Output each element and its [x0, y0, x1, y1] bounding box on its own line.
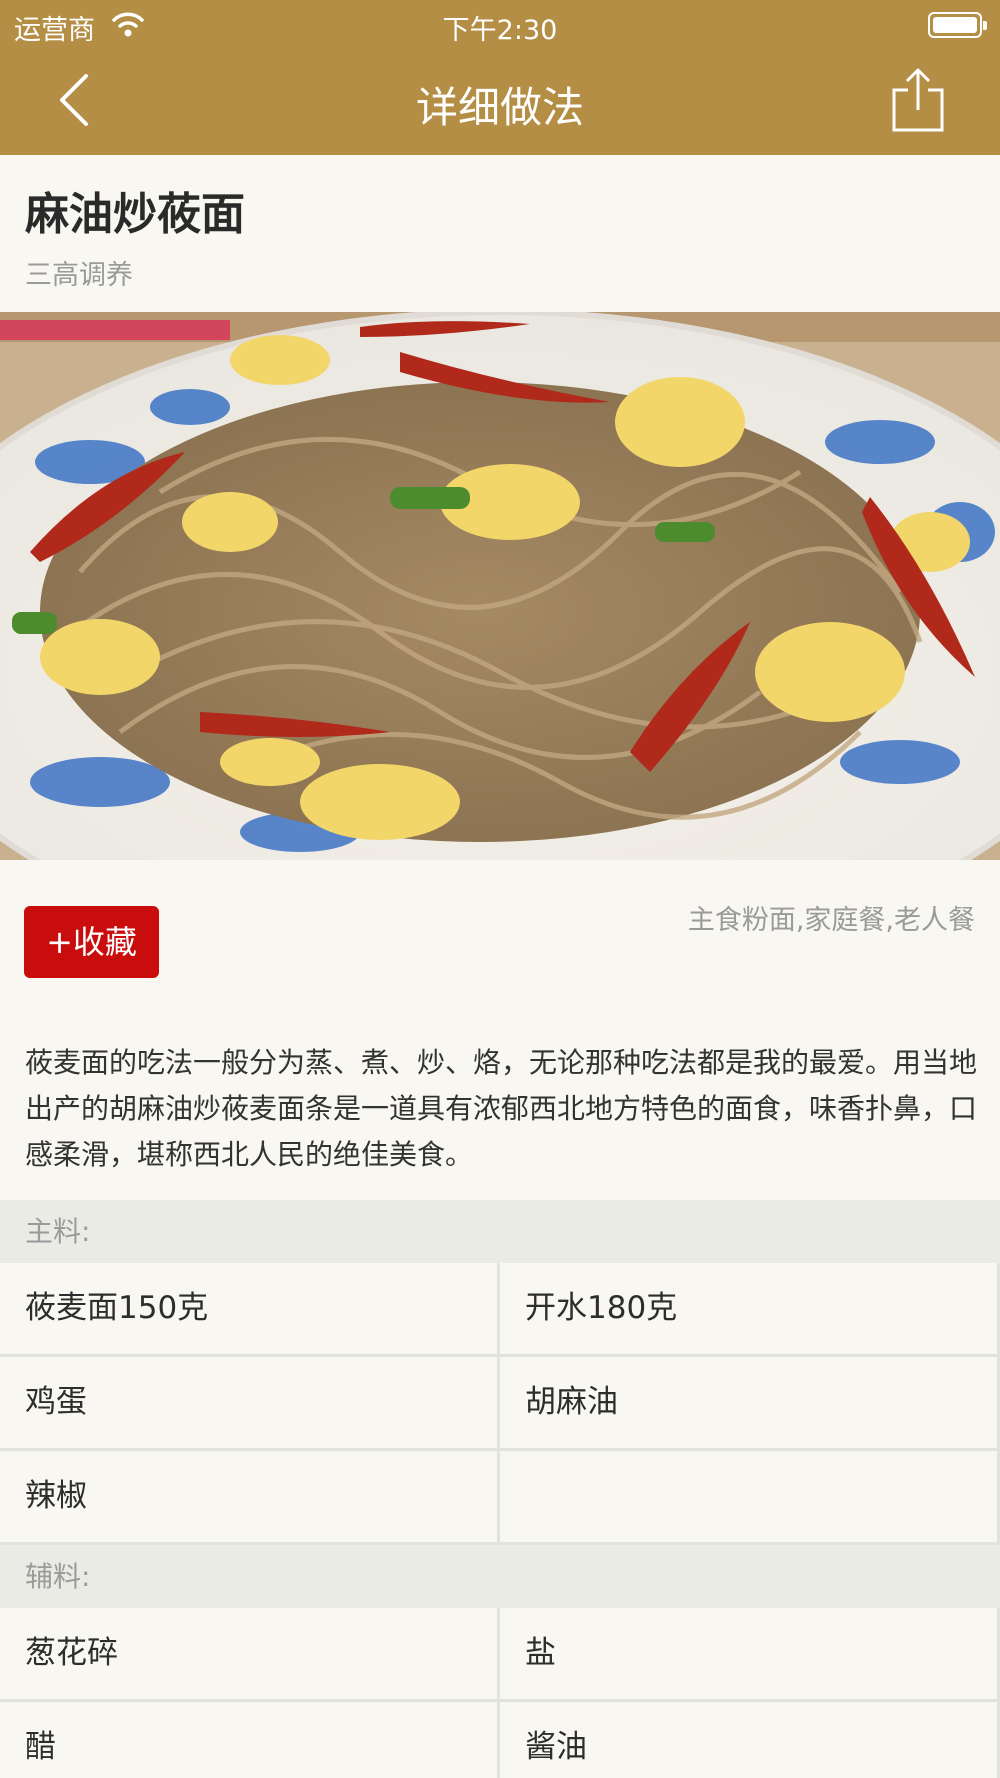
share-icon[interactable] [890, 66, 946, 134]
dish-category: 三高调养 [25, 260, 133, 291]
navigation-bar: 运营商 下午2:30 详细做法 [0, 0, 1000, 155]
ingredient-row: 葱花碎 盐 [0, 1608, 1000, 1702]
ingredient-cell: 鸡蛋 [25, 1384, 87, 1420]
ingredient-cell: 醋 [25, 1729, 56, 1765]
ingredient-cell: 辣椒 [25, 1478, 87, 1514]
ingredient-row: 鸡蛋 胡麻油 [0, 1357, 1000, 1451]
ingredient-cell: 盐 [525, 1635, 556, 1671]
dish-description: 莜麦面的吃法一般分为蒸、煮、炒、烙，无论那种吃法都是我的最爱。用当地出产的胡麻油… [25, 1046, 978, 1171]
ingredient-cell: 葱花碎 [25, 1635, 118, 1671]
add-favorite-button[interactable]: +收藏 [24, 906, 159, 978]
ingredient-cell: 酱油 [525, 1729, 587, 1765]
ingredient-row: 醋 酱油 [0, 1702, 1000, 1778]
ingredient-cell: 开水180克 [525, 1290, 678, 1326]
page-title: 详细做法 [415, 83, 584, 132]
battery-icon [928, 12, 987, 38]
ingredient-row: 辣椒 [0, 1451, 1000, 1545]
ingredient-cell: 胡麻油 [525, 1384, 618, 1420]
ingredient-row: 莜麦面150克 开水180克 [0, 1263, 1000, 1357]
main-ingredients-header: 主料: [0, 1200, 1000, 1263]
dish-photo [0, 312, 1000, 860]
dish-tags: 主食粉面,家庭餐,老人餐 [687, 905, 975, 936]
ingredient-cell: 莜麦面150克 [25, 1290, 209, 1326]
status-bar: 运营商 下午2:30 [0, 0, 1000, 50]
aux-ingredients-header: 辅料: [0, 1545, 1000, 1608]
status-time: 下午2:30 [442, 15, 558, 46]
dish-title: 麻油炒莜面 [25, 189, 245, 240]
